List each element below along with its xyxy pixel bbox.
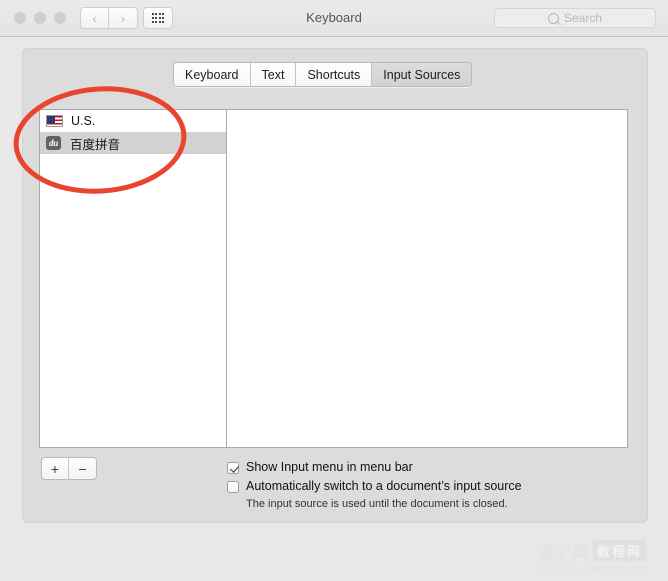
tab-keyboard[interactable]: Keyboard [174, 63, 251, 86]
tab-text[interactable]: Text [250, 63, 297, 86]
tab-bar: Keyboard Text Shortcuts Input Sources [173, 62, 473, 87]
us-flag-icon [46, 115, 63, 127]
checkbox-show-input-menu[interactable] [227, 462, 239, 474]
add-input-source-button[interactable]: + [42, 458, 69, 479]
search-placeholder: Search [563, 11, 603, 25]
search-input[interactable]: Search [494, 8, 656, 28]
list-item-us[interactable]: U.S. [40, 110, 226, 132]
list-item-label: 百度拼音 [70, 137, 121, 152]
checkbox-auto-switch[interactable] [227, 481, 239, 493]
tab-input-sources[interactable]: Input Sources [372, 63, 472, 86]
search-icon [547, 12, 559, 24]
baidu-du-icon: du [46, 136, 61, 150]
tab-shortcuts[interactable]: Shortcuts [296, 63, 373, 86]
option-hint-text: The input source is used until the docum… [246, 498, 508, 510]
remove-input-source-button[interactable]: − [69, 458, 96, 479]
window-titlebar: ‹ › Keyboard Search [0, 0, 668, 37]
list-item-label: U.S. [71, 114, 96, 128]
list-edit-buttons: + − [41, 457, 97, 480]
option-show-input-menu[interactable]: Show Input menu in menu bar [227, 460, 627, 475]
input-source-options: Show Input menu in menu bar Automaticall… [227, 460, 627, 510]
watermark-row: 查字典 教程网 [536, 538, 668, 563]
input-sources-splitview: U.S. du 百度拼音 [39, 109, 628, 448]
watermark-boxed-text: 教程网 [593, 540, 647, 561]
watermark-url: jiaocheng.chazidian.com [536, 564, 651, 575]
input-sources-list[interactable]: U.S. du 百度拼音 [40, 110, 227, 447]
keyboard-preferences-window: ‹ › Keyboard Search Keyboard Text Shortc… [0, 0, 668, 581]
option-label: Automatically switch to a document’s inp… [246, 479, 522, 493]
watermark-primary-text: 查字典 [536, 543, 590, 562]
input-source-detail-pane [227, 110, 627, 447]
option-auto-switch[interactable]: Automatically switch to a document’s inp… [227, 479, 627, 494]
watermark: 查字典 教程网 jiaocheng.chazidian.com [536, 538, 668, 575]
option-label: Show Input menu in menu bar [246, 460, 413, 474]
list-item-baidu-pinyin[interactable]: du 百度拼音 [40, 132, 226, 154]
